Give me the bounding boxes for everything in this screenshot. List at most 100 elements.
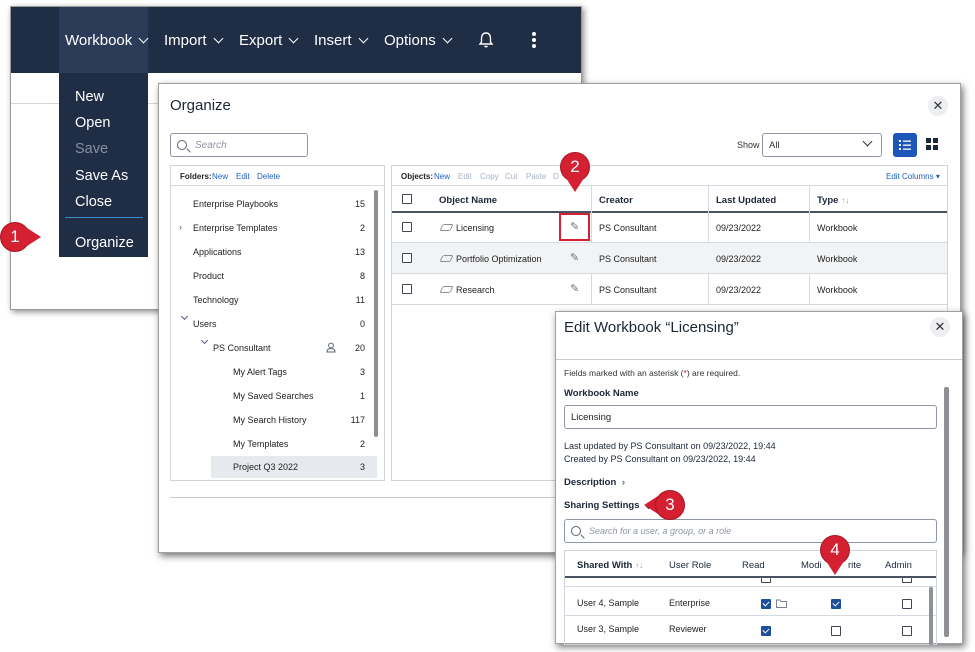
folder-icon [776, 599, 787, 608]
callout-number: 1 [0, 222, 30, 252]
object-cut-button[interactable]: Cut [505, 172, 517, 181]
callout-pointer [27, 228, 41, 246]
folder-name: Users [193, 319, 217, 329]
row-checkbox[interactable] [402, 253, 412, 263]
nav-insert[interactable]: Insert [314, 7, 368, 73]
notifications-button[interactable] [478, 7, 494, 73]
column-header-label: Shared With [577, 560, 633, 571]
created-text: Created by PS Consultant on 09/23/2022, … [564, 454, 756, 464]
read-checkbox[interactable] [761, 599, 771, 609]
column-header[interactable]: Last Updated [716, 195, 776, 206]
folder-item[interactable]: PS Consultant 20 [213, 337, 365, 359]
column-header[interactable]: Type ↑↓ [817, 195, 849, 206]
folder-item[interactable]: Users 0 [193, 313, 365, 335]
pencil-icon[interactable]: ✎ [570, 282, 579, 295]
object-delete-button[interactable]: D [553, 172, 559, 181]
column-header[interactable]: Read [742, 560, 765, 571]
folder-delete-button[interactable]: Delete [257, 172, 280, 181]
search-input[interactable]: Search [170, 133, 308, 157]
description-toggle[interactable]: Description › [564, 477, 625, 488]
row-checkbox[interactable] [402, 222, 412, 232]
chevron-down-icon[interactable] [180, 312, 189, 321]
show-select[interactable]: All [762, 133, 882, 157]
pencil-icon[interactable]: ✎ [570, 220, 579, 233]
folder-edit-button[interactable]: Edit [236, 172, 250, 181]
grid-view-button[interactable] [925, 137, 939, 156]
scrollbar[interactable] [374, 190, 378, 437]
folder-name: Enterprise Templates [193, 223, 278, 233]
folder-name: Project Q3 2022 [233, 462, 299, 472]
last-updated: 09/23/2022 [716, 223, 762, 233]
folder-name: Applications [193, 247, 242, 257]
select-all-checkbox[interactable] [402, 194, 412, 204]
menu-item-organize[interactable]: Organize [75, 235, 134, 251]
row-checkbox[interactable] [402, 284, 412, 294]
folder-count: 15 [354, 199, 365, 209]
sort-icon: ↑↓ [634, 561, 643, 570]
read-checkbox[interactable] [761, 578, 771, 583]
admin-checkbox[interactable] [902, 599, 912, 609]
modify-write-checkbox[interactable] [831, 599, 841, 609]
admin-checkbox[interactable] [902, 626, 912, 636]
folder-count: 3 [359, 462, 365, 472]
column-header[interactable]: Modi [801, 560, 822, 571]
folder-item-selected[interactable]: Project Q3 2022 3 [233, 456, 365, 478]
folder-item[interactable]: Applications 13 [193, 241, 365, 263]
object-copy-button[interactable]: Copy [480, 172, 499, 181]
chevron-down-icon [442, 33, 453, 43]
chevron-right-icon[interactable]: › [179, 222, 182, 232]
read-checkbox[interactable] [761, 626, 771, 636]
column-header[interactable]: Creator [599, 195, 633, 206]
scrollbar[interactable] [929, 587, 933, 645]
shared-user: User 4, Sample [577, 598, 640, 608]
folder-item[interactable]: Enterprise Playbooks 15 [193, 193, 365, 215]
more-options-button[interactable] [531, 7, 537, 73]
folder-item[interactable]: My Templates 2 [233, 433, 365, 455]
menu-item-open[interactable]: Open [75, 115, 110, 131]
object-name[interactable]: Research [456, 285, 495, 295]
edit-columns-button[interactable]: Edit Columns ▾ [886, 172, 940, 181]
description-label: Description [564, 477, 617, 488]
search-placeholder: Search [195, 139, 227, 151]
column-header[interactable]: Admin [885, 560, 912, 571]
object-new-button[interactable]: New [434, 172, 450, 181]
folder-item[interactable]: My Saved Searches 1 [233, 385, 365, 407]
folder-new-button[interactable]: New [212, 172, 228, 181]
folder-item[interactable]: Technology 11 [193, 289, 365, 311]
folder-count: 3 [359, 367, 365, 377]
folder-item[interactable]: My Search History 117 [233, 409, 365, 431]
close-button[interactable]: ✕ [928, 96, 948, 116]
folder-item[interactable]: Product 8 [193, 265, 365, 287]
menu-item-save-as[interactable]: Save As [75, 168, 128, 184]
nav-workbook[interactable]: Workbook [59, 7, 149, 73]
menu-item-new[interactable]: New [75, 89, 104, 105]
close-button[interactable]: ✕ [930, 317, 950, 337]
list-view-button[interactable] [893, 133, 917, 157]
modify-write-checkbox[interactable] [831, 626, 841, 636]
object-paste-button[interactable]: Paste [526, 172, 546, 181]
admin-checkbox[interactable] [902, 578, 912, 583]
column-header[interactable]: Object Name [439, 195, 497, 206]
menu-item-save[interactable]: Save [75, 141, 108, 157]
object-name[interactable]: Portfolio Optimization [456, 254, 542, 264]
workbook-name-field[interactable]: Licensing [564, 405, 937, 429]
column-header[interactable]: Shared With ↑↓ [577, 560, 643, 571]
vertical-ellipsis-icon [532, 32, 536, 48]
sharing-settings-toggle[interactable]: Sharing Settings [564, 500, 653, 511]
folder-name: My Alert Tags [233, 367, 287, 377]
nav-export[interactable]: Export [239, 7, 299, 73]
scrollbar[interactable] [944, 387, 949, 637]
divider [392, 211, 947, 213]
column-header[interactable]: User Role [669, 560, 711, 571]
menu-item-close[interactable]: Close [75, 194, 112, 210]
pencil-icon[interactable]: ✎ [570, 251, 579, 264]
object-edit-button[interactable]: Edit [458, 172, 472, 181]
object-name[interactable]: Licensing [456, 223, 494, 233]
user-role: Reviewer [669, 624, 707, 634]
nav-options[interactable]: Options [384, 7, 453, 73]
folder-item[interactable]: My Alert Tags 3 [233, 361, 365, 383]
nav-import[interactable]: Import [164, 7, 223, 73]
folder-item[interactable]: Enterprise Templates 2 [193, 217, 365, 239]
sharing-search-input[interactable]: Search for a user, a group, or a role [564, 519, 937, 543]
chevron-down-icon[interactable] [200, 336, 209, 345]
